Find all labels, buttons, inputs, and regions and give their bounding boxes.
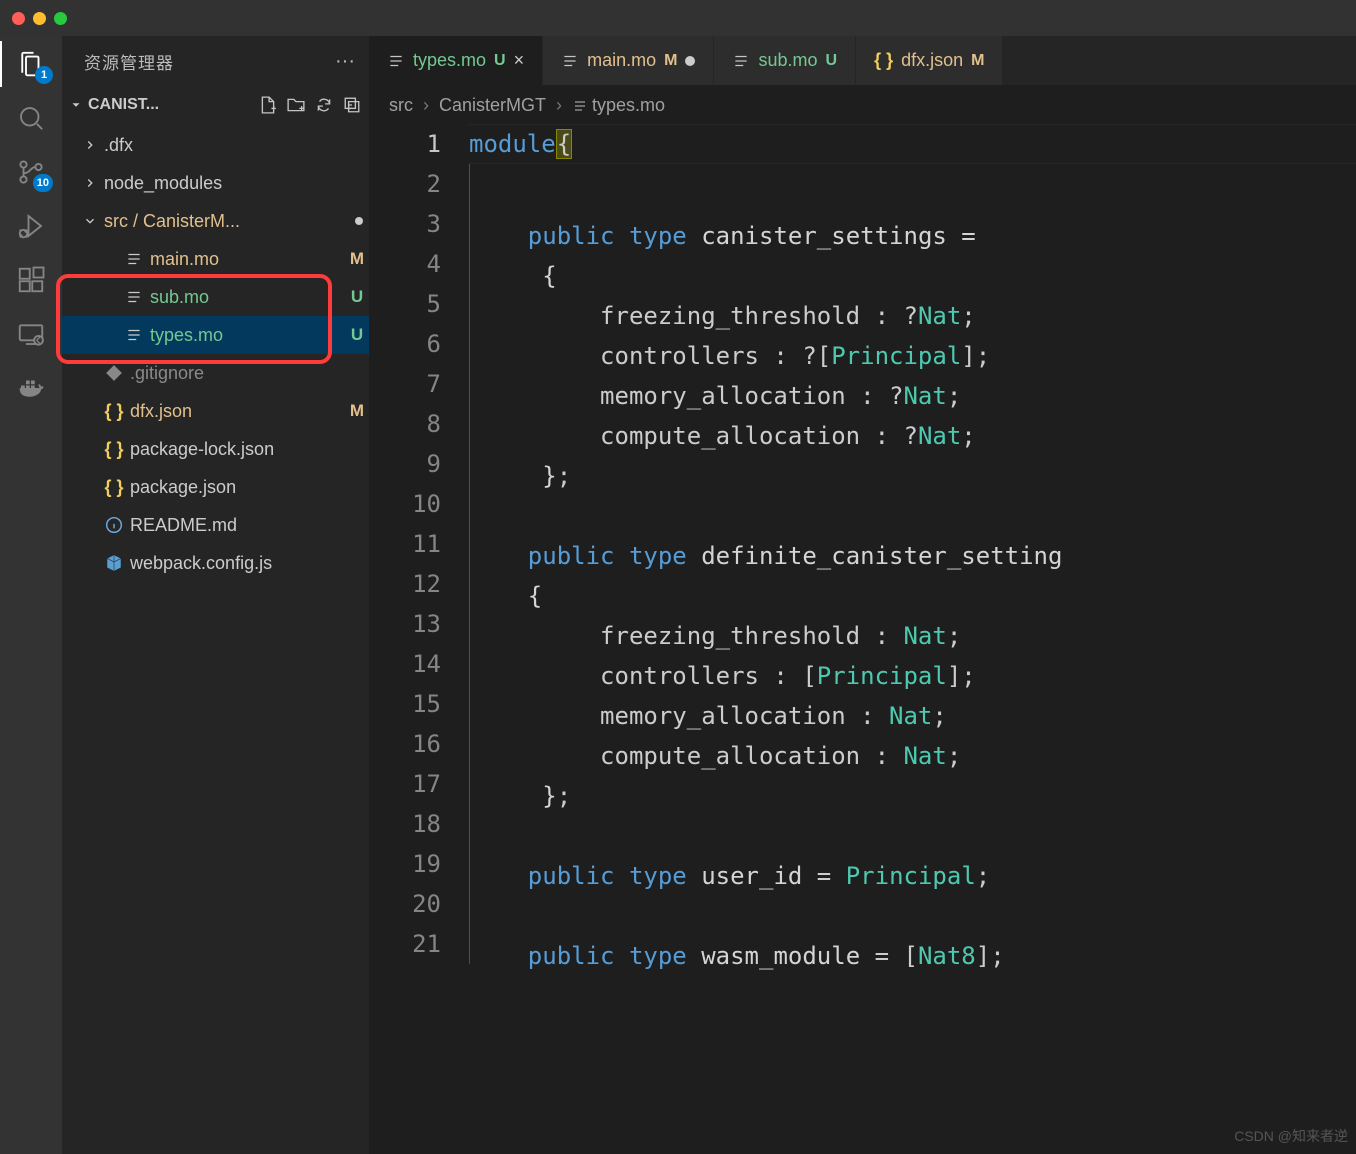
scm-badge: 10: [33, 174, 53, 192]
tree-item-package-json[interactable]: { }package.json: [62, 468, 369, 506]
explorer-panel: 资源管理器 ··· CANIST... .dfxnode_modulessrc …: [62, 36, 369, 1154]
breadcrumb-item[interactable]: src: [389, 95, 413, 116]
folder-header[interactable]: CANIST...: [62, 86, 369, 124]
tree-item-webpack-config-js[interactable]: webpack.config.js: [62, 544, 369, 582]
breadcrumb-item[interactable]: types.mo: [572, 95, 665, 116]
close-tab-icon[interactable]: ×: [514, 50, 525, 71]
dirty-indicator: [685, 56, 695, 66]
extensions-icon[interactable]: [13, 262, 49, 298]
tab-types-mo[interactable]: types.moU×: [369, 36, 543, 85]
folder-name: CANIST...: [88, 96, 255, 114]
tree-item-dfx-json[interactable]: { }dfx.jsonM: [62, 392, 369, 430]
close-window-button[interactable]: [12, 12, 25, 25]
remote-icon[interactable]: [13, 316, 49, 352]
docker-icon[interactable]: [13, 370, 49, 406]
tab-main-mo[interactable]: main.moM: [543, 36, 714, 85]
code-content[interactable]: module{ public type canister_settings = …: [469, 124, 1356, 1154]
editor-tabs: types.moU×main.moMsub.moU{ }dfx.jsonM: [369, 36, 1356, 86]
new-folder-icon[interactable]: [287, 96, 305, 114]
activity-bar: 1 10: [0, 36, 62, 1154]
minimize-window-button[interactable]: [33, 12, 46, 25]
search-icon[interactable]: [13, 100, 49, 136]
source-control-icon[interactable]: 10: [13, 154, 49, 190]
code-editor[interactable]: 123456789101112131415161718192021 module…: [369, 124, 1356, 1154]
run-debug-icon[interactable]: [13, 208, 49, 244]
tree-item-package-lock-json[interactable]: { }package-lock.json: [62, 430, 369, 468]
tree-item-main-mo[interactable]: main.moM: [62, 240, 369, 278]
explorer-title: 资源管理器: [84, 49, 174, 74]
explorer-badge: 1: [35, 66, 53, 84]
chevron-down-icon: [68, 98, 84, 112]
editor-area: types.moU×main.moMsub.moU{ }dfx.jsonM sr…: [369, 36, 1356, 1154]
maximize-window-button[interactable]: [54, 12, 67, 25]
tree-item-node-modules[interactable]: node_modules: [62, 164, 369, 202]
tree-item-readme-md[interactable]: README.md: [62, 506, 369, 544]
tab-sub-mo[interactable]: sub.moU: [714, 36, 856, 85]
file-tree: .dfxnode_modulessrc / CanisterM...main.m…: [62, 124, 369, 1154]
explorer-icon[interactable]: 1: [13, 46, 49, 82]
tree-item--dfx[interactable]: .dfx: [62, 126, 369, 164]
new-file-icon[interactable]: [259, 96, 277, 114]
breadcrumbs[interactable]: src›CanisterMGT›types.mo: [369, 86, 1356, 124]
window-titlebar: [0, 0, 1356, 36]
line-gutter: 123456789101112131415161718192021: [369, 124, 469, 1154]
explorer-more-icon[interactable]: ···: [335, 50, 355, 73]
tab-dfx-json[interactable]: { }dfx.jsonM: [856, 36, 1003, 85]
watermark: CSDN @知来者逆: [1234, 1126, 1348, 1146]
tree-item-types-mo[interactable]: types.moU: [62, 316, 369, 354]
tree-item-sub-mo[interactable]: sub.moU: [62, 278, 369, 316]
tree-item--gitignore[interactable]: .gitignore: [62, 354, 369, 392]
refresh-icon[interactable]: [315, 96, 333, 114]
breadcrumb-item[interactable]: CanisterMGT: [439, 95, 546, 116]
tree-item-src---canisterm---[interactable]: src / CanisterM...: [62, 202, 369, 240]
collapse-icon[interactable]: [343, 96, 361, 114]
